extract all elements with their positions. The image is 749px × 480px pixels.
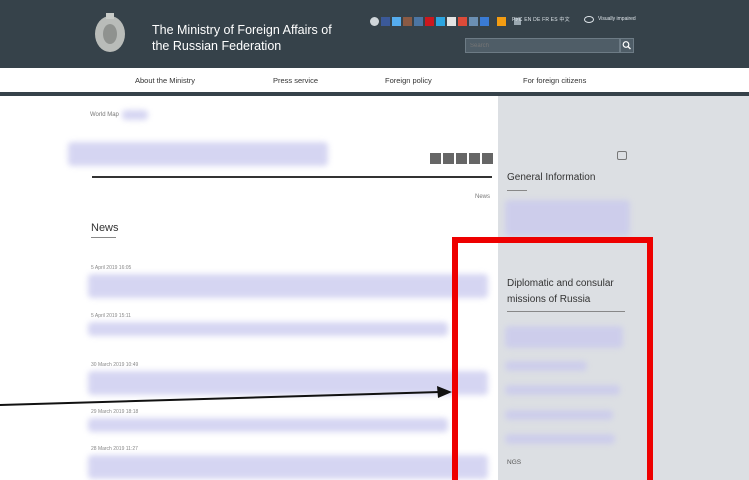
annotation-arrow-icon (0, 386, 452, 406)
